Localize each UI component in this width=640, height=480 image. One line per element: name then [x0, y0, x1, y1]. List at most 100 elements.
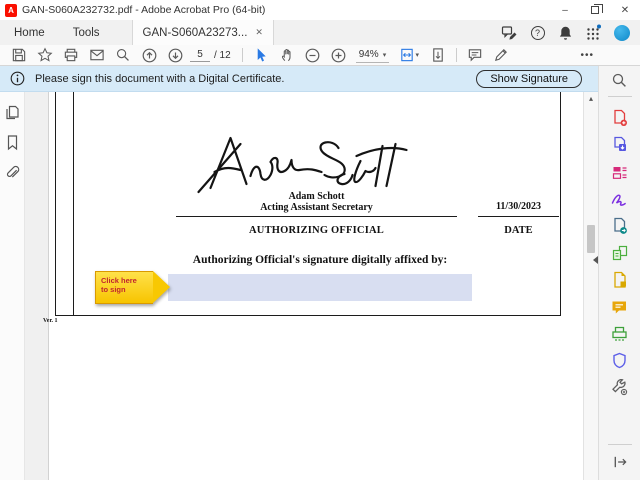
info-icon [10, 71, 25, 86]
notifications-button[interactable] [557, 24, 574, 41]
comment-button[interactable] [462, 45, 488, 65]
window-controls: – ✕ [550, 0, 640, 20]
paperclip-icon [6, 165, 19, 178]
signature-notification-bar: Please sign this document with a Digital… [0, 66, 598, 92]
minimize-button[interactable]: – [550, 0, 580, 20]
date-value: 11/30/2023 [495, 201, 541, 212]
page-display-button[interactable] [425, 45, 451, 65]
envelope-icon [90, 49, 104, 61]
star-icon [37, 47, 53, 62]
signatory-name: Adam Schott [288, 191, 345, 202]
favorite-button[interactable] [32, 45, 58, 65]
caret-down-icon: ▾ [382, 51, 387, 59]
bookmarks-button[interactable] [4, 134, 21, 151]
pencil-icon [495, 49, 508, 61]
combine-files-icon [612, 245, 627, 260]
account-button[interactable] [613, 24, 630, 41]
hand-icon [281, 49, 291, 62]
scroll-up-icon[interactable]: ▴ [589, 95, 593, 103]
zoom-out-button[interactable] [300, 45, 326, 65]
zoom-in-button[interactable] [326, 45, 352, 65]
fit-width-button[interactable]: ▾ [393, 45, 425, 65]
request-signatures-button[interactable] [610, 217, 630, 234]
toolbar-divider [456, 48, 458, 62]
handwritten-signature-image [197, 136, 408, 194]
save-icon [12, 48, 26, 62]
close-icon: ✕ [620, 4, 630, 16]
search-tool-button[interactable] [610, 72, 630, 89]
ellipsis-icon: ••• [580, 49, 594, 61]
combine-files-button[interactable] [610, 244, 630, 261]
page-number-input[interactable]: 5 [190, 48, 210, 62]
scan-ocr-button[interactable] [610, 325, 630, 342]
comment-tool-button[interactable] [610, 298, 630, 315]
hand-tool-button[interactable] [274, 45, 300, 65]
fit-width-icon [401, 48, 414, 62]
email-button[interactable] [84, 45, 110, 65]
window-title: GAN-S060A232732.pdf - Adobe Acrobat Pro … [22, 4, 266, 16]
attachments-button[interactable] [4, 164, 21, 181]
organize-pages-button[interactable] [610, 271, 630, 288]
tab-close-icon[interactable]: ✕ [255, 27, 263, 38]
zoom-out-icon [305, 48, 320, 62]
save-button[interactable] [6, 45, 32, 65]
tab-document[interactable]: GAN-S060A23273... ✕ [131, 20, 274, 45]
collapse-panel-icon[interactable] [593, 256, 598, 264]
table-border-bottom [55, 315, 561, 316]
show-signature-button[interactable]: Show Signature [476, 69, 582, 88]
scrollbar-thumb[interactable] [587, 225, 595, 253]
acrobat-window: A GAN-S060A232732.pdf - Adobe Acrobat Pr… [0, 0, 640, 480]
apps-grid-button[interactable] [585, 24, 602, 41]
sign-tag-arrow-tip [153, 271, 170, 303]
search-icon [612, 73, 626, 87]
authorizing-official-label: AUTHORIZING OFFICIAL [249, 225, 384, 236]
restore-button[interactable] [580, 0, 610, 20]
fill-and-sign-button[interactable] [610, 190, 630, 207]
apps-grid-icon [587, 24, 601, 40]
export-pdf-icon [613, 136, 626, 151]
panel-bottom [607, 444, 632, 480]
bookmark-icon [7, 135, 17, 151]
comment-bubble-icon [612, 301, 626, 313]
restore-icon [591, 4, 603, 14]
close-button[interactable]: ✕ [610, 0, 640, 20]
create-pdf-button[interactable] [610, 109, 630, 126]
document-viewport: Adam Schott Acting Assistant Secretary A… [25, 92, 583, 480]
feedback-button[interactable] [501, 24, 518, 41]
next-page-button[interactable] [162, 45, 188, 65]
digital-signature-field[interactable] [168, 274, 472, 301]
help-button[interactable]: ? [529, 24, 546, 41]
pages-icon [5, 105, 19, 120]
page-thumbnails-button[interactable] [4, 104, 21, 121]
tab-document-label: GAN-S060A23273... [142, 26, 248, 39]
toolbar-divider [241, 48, 243, 62]
edit-pdf-button[interactable] [610, 163, 630, 180]
tab-home-label: Home [14, 26, 45, 39]
print-button[interactable] [58, 45, 84, 65]
tab-home[interactable]: Home [0, 20, 59, 45]
open-pane-button[interactable] [610, 453, 630, 470]
vertical-scrollbar[interactable]: ▴ [583, 92, 598, 480]
more-tools-button[interactable]: ••• [580, 50, 594, 61]
zoom-level-dropdown[interactable]: 94% ▾ [355, 47, 390, 63]
find-button[interactable] [110, 45, 136, 65]
main-toolbar: 5 / 12 94% ▾ ▾ ••• [0, 45, 640, 66]
page-up-icon [142, 48, 156, 62]
select-tool-button[interactable] [248, 45, 274, 65]
page-down-icon [168, 48, 182, 62]
tab-tools[interactable]: Tools [59, 20, 114, 45]
more-tools-button[interactable] [610, 379, 630, 396]
tab-bar: Home Tools GAN-S060A23273... ✕ ? [0, 20, 640, 45]
feedback-icon [501, 26, 517, 40]
caret-down-icon: ▾ [415, 52, 419, 59]
click-to-sign-tag[interactable]: Click here to sign [95, 271, 170, 304]
protect-pdf-button[interactable] [610, 352, 630, 369]
date-line [478, 216, 559, 217]
digital-affix-label: Authorizing Official's signature digital… [192, 254, 448, 266]
navigation-rail [0, 92, 25, 480]
signatory-title: Acting Assistant Secretary [260, 202, 373, 213]
export-pdf-button[interactable] [610, 136, 630, 153]
previous-page-button[interactable] [136, 45, 162, 65]
fill-sign-button[interactable] [488, 45, 514, 65]
click-to-sign-label: Click here to sign [95, 271, 153, 304]
